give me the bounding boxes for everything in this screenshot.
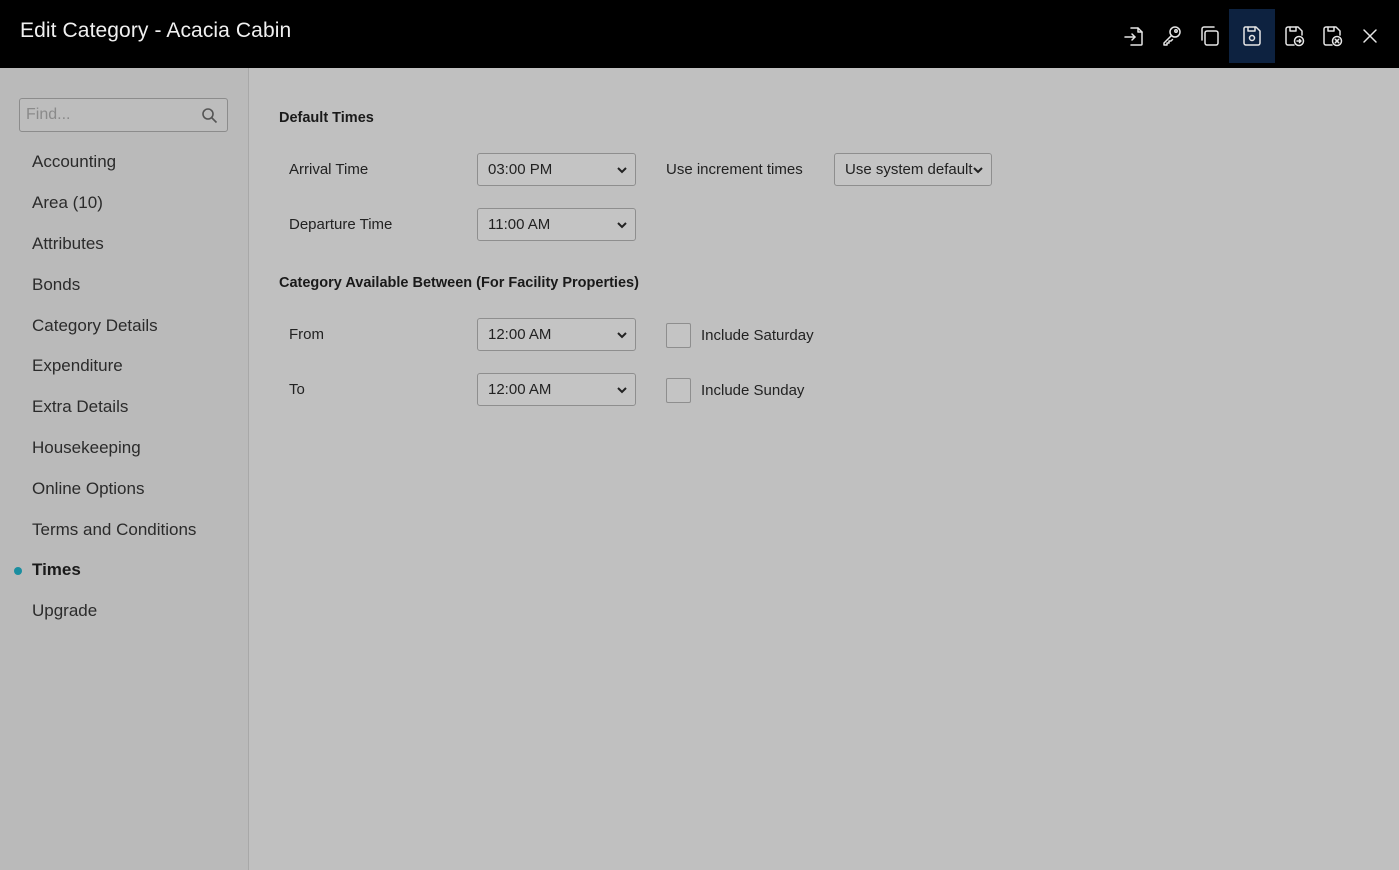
departure-time-label: Departure Time	[289, 216, 393, 233]
section-title-default-times: Default Times	[279, 110, 374, 126]
save-icon	[1243, 26, 1261, 46]
from-time-value: 12:00 AM	[488, 326, 552, 343]
sidebar-item-accounting[interactable]: Accounting	[0, 142, 249, 183]
from-time-select[interactable]: 12:00 AM	[477, 318, 636, 351]
sidebar-item-category-details[interactable]: Category Details	[0, 305, 249, 346]
include-sunday-checkbox[interactable]	[666, 378, 691, 403]
sidebar-item-label: Terms and Conditions	[32, 519, 197, 539]
key-button[interactable]	[1153, 9, 1191, 63]
sidebar-nav: Accounting Area (10) Attributes Bonds Ca…	[0, 142, 249, 632]
title-bar: Edit Category - Acacia Cabin	[0, 0, 1399, 68]
sidebar-item-terms-and-conditions[interactable]: Terms and Conditions	[0, 509, 249, 550]
save-and-continue-icon	[1285, 26, 1305, 47]
search-input[interactable]	[20, 99, 227, 131]
increment-times-value: Use system default	[845, 161, 973, 178]
import-icon	[1124, 27, 1143, 46]
save-and-close-icon	[1323, 26, 1343, 47]
sidebar-item-label: Extra Details	[32, 397, 129, 417]
sidebar-item-expenditure[interactable]: Expenditure	[0, 346, 249, 387]
close-button[interactable]	[1351, 9, 1389, 63]
key-icon	[1163, 26, 1181, 46]
to-time-value: 12:00 AM	[488, 381, 552, 398]
copy-icon	[1201, 26, 1219, 46]
save-and-continue-button[interactable]	[1275, 9, 1313, 63]
sidebar-item-online-options[interactable]: Online Options	[0, 468, 249, 509]
from-label: From	[289, 326, 324, 343]
active-indicator-dot	[14, 566, 22, 575]
departure-time-value: 11:00 AM	[488, 216, 551, 233]
include-saturday-label: Include Saturday	[701, 327, 814, 344]
sidebar-item-label: Times	[32, 560, 81, 580]
section-title-availability: Category Available Between (For Facility…	[279, 275, 639, 291]
to-label: To	[289, 381, 305, 398]
departure-time-select[interactable]: 11:00 AM	[477, 208, 636, 241]
arrival-time-select[interactable]: 03:00 PM	[477, 153, 636, 186]
search-box	[19, 98, 228, 132]
to-time-select[interactable]: 12:00 AM	[477, 373, 636, 406]
sidebar-item-label: Upgrade	[32, 601, 98, 621]
close-icon	[1363, 29, 1377, 43]
chevron-down-icon	[615, 328, 629, 342]
sidebar: Accounting Area (10) Attributes Bonds Ca…	[0, 68, 249, 870]
import-button[interactable]	[1115, 9, 1153, 63]
sidebar-item-extra-details[interactable]: Extra Details	[0, 387, 249, 428]
chevron-down-icon	[615, 218, 629, 232]
copy-button[interactable]	[1191, 9, 1229, 63]
sidebar-item-times[interactable]: Times	[0, 550, 249, 591]
chevron-down-icon	[971, 163, 985, 177]
save-and-close-button[interactable]	[1313, 9, 1351, 63]
sidebar-item-label: Area (10)	[32, 193, 103, 213]
sidebar-item-bonds[interactable]: Bonds	[0, 264, 249, 305]
sidebar-item-area[interactable]: Area (10)	[0, 183, 249, 224]
increment-times-select[interactable]: Use system default	[834, 153, 992, 186]
window-title: Edit Category - Acacia Cabin	[20, 19, 292, 42]
sidebar-item-upgrade[interactable]: Upgrade	[0, 591, 249, 632]
arrival-time-value: 03:00 PM	[488, 161, 553, 178]
sidebar-item-housekeeping[interactable]: Housekeeping	[0, 428, 249, 469]
sidebar-item-label: Accounting	[32, 152, 117, 172]
save-button[interactable]	[1229, 9, 1275, 63]
main-content: Default Times Arrival Time 03:00 PM Use …	[250, 68, 1399, 870]
chevron-down-icon	[615, 383, 629, 397]
include-saturday-checkbox[interactable]	[666, 323, 691, 348]
sidebar-item-attributes[interactable]: Attributes	[0, 224, 249, 265]
search-icon[interactable]	[201, 107, 218, 124]
sidebar-item-label: Attributes	[32, 233, 104, 253]
sidebar-item-label: Expenditure	[32, 356, 123, 376]
sidebar-item-label: Housekeeping	[32, 437, 141, 457]
chevron-down-icon	[615, 163, 629, 177]
sidebar-item-label: Online Options	[32, 478, 145, 498]
increment-times-label: Use increment times	[666, 161, 803, 178]
sidebar-item-label: Category Details	[32, 315, 158, 335]
include-sunday-label: Include Sunday	[701, 382, 805, 399]
arrival-time-label: Arrival Time	[289, 161, 369, 178]
sidebar-item-label: Bonds	[32, 274, 81, 294]
toolbar	[1115, 9, 1389, 63]
